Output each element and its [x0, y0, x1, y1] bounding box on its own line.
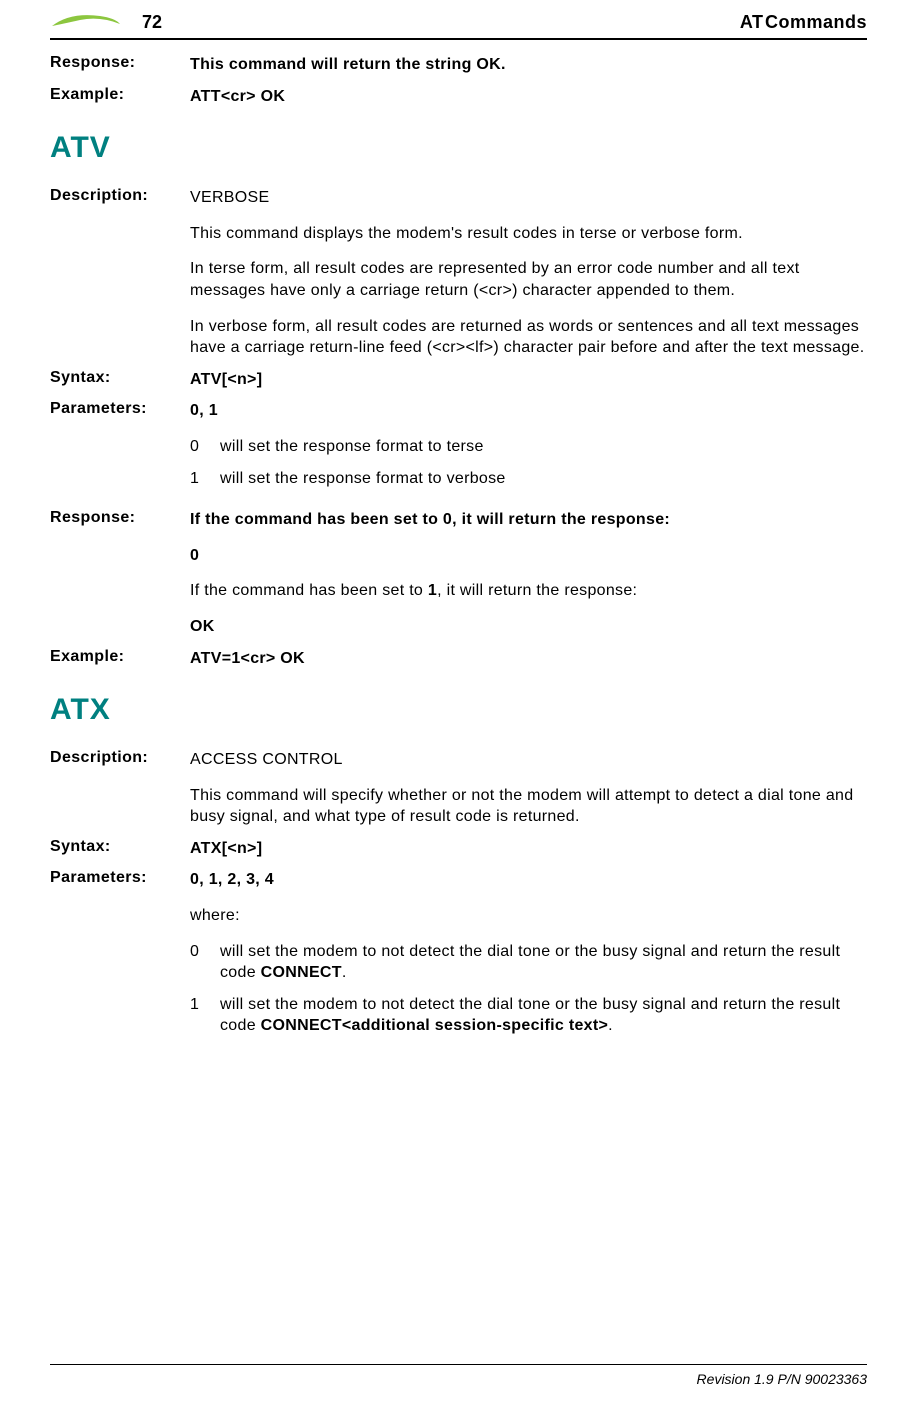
- description-value: ACCESS CONTROL This command will specify…: [190, 749, 867, 828]
- parameter-num: 0: [190, 941, 220, 984]
- parameter-num: 1: [190, 994, 220, 1037]
- page-header: 72 AT Commands: [50, 0, 867, 40]
- page-footer: Revision 1.9 P/N 90023363: [50, 1364, 867, 1387]
- parameter-text: will set the response format to terse: [220, 436, 484, 458]
- description-paragraph: This command displays the modem's result…: [190, 223, 867, 245]
- response-text: If the command has been set to 1, it wil…: [190, 580, 867, 602]
- parameter-text: will set the response format to verbose: [220, 468, 506, 490]
- revision-text: Revision 1.9 P/N 90023363: [697, 1371, 867, 1387]
- response-text: OK: [190, 616, 867, 638]
- syntax-value: ATV[<n>]: [190, 369, 867, 391]
- response-label: Response:: [50, 509, 190, 637]
- section-title-atv: ATV: [50, 131, 867, 165]
- parameter-text: will set the modem to not detect the dia…: [220, 941, 867, 984]
- parameter-item: 1 will set the response format to verbos…: [190, 468, 867, 490]
- parameters-list: 0, 1: [190, 400, 867, 422]
- description-name: ACCESS CONTROL: [190, 749, 867, 771]
- logo-swoosh-icon: [50, 10, 122, 34]
- description-paragraph: This command will specify whether or not…: [190, 785, 867, 828]
- section-title-atx: ATX: [50, 693, 867, 727]
- example-label: Example:: [50, 86, 190, 108]
- response-value: If the command has been set to 0, it wil…: [190, 509, 867, 637]
- parameters-label: Parameters:: [50, 400, 190, 499]
- response-text: If the command has been set to 0, it wil…: [190, 509, 867, 531]
- parameter-item: 0 will set the response format to terse: [190, 436, 867, 458]
- syntax-label: Syntax:: [50, 369, 190, 391]
- description-paragraph: In verbose form, all result codes are re…: [190, 316, 867, 359]
- parameter-item: 1 will set the modem to not detect the d…: [190, 994, 867, 1037]
- page-number: 72: [142, 12, 162, 33]
- parameters-label: Parameters:: [50, 869, 190, 1047]
- parameter-item: 0 will set the modem to not detect the d…: [190, 941, 867, 984]
- response-text: 0: [190, 545, 867, 567]
- parameter-num: 0: [190, 436, 220, 458]
- parameters-list: 0, 1, 2, 3, 4: [190, 869, 867, 891]
- example-value: ATV=1<cr> OK: [190, 648, 867, 670]
- chapter-title: AT Commands: [162, 12, 867, 33]
- example-value: ATT<cr> OK: [190, 86, 867, 108]
- where-label: where:: [190, 905, 867, 927]
- parameters-value: 0, 1, 2, 3, 4 where: 0 will set the mode…: [190, 869, 867, 1047]
- description-label: Description:: [50, 187, 190, 359]
- description-paragraph: In terse form, all result codes are repr…: [190, 258, 867, 301]
- parameter-text: will set the modem to not detect the dia…: [220, 994, 867, 1037]
- response-label: Response:: [50, 54, 190, 76]
- parameters-value: 0, 1 0 will set the response format to t…: [190, 400, 867, 499]
- parameter-num: 1: [190, 468, 220, 490]
- description-value: VERBOSE This command displays the modem'…: [190, 187, 867, 359]
- syntax-value: ATX[<n>]: [190, 838, 867, 860]
- response-value: This command will return the string OK.: [190, 54, 867, 76]
- example-label: Example:: [50, 648, 190, 670]
- syntax-label: Syntax:: [50, 838, 190, 860]
- description-label: Description:: [50, 749, 190, 828]
- description-name: VERBOSE: [190, 187, 867, 209]
